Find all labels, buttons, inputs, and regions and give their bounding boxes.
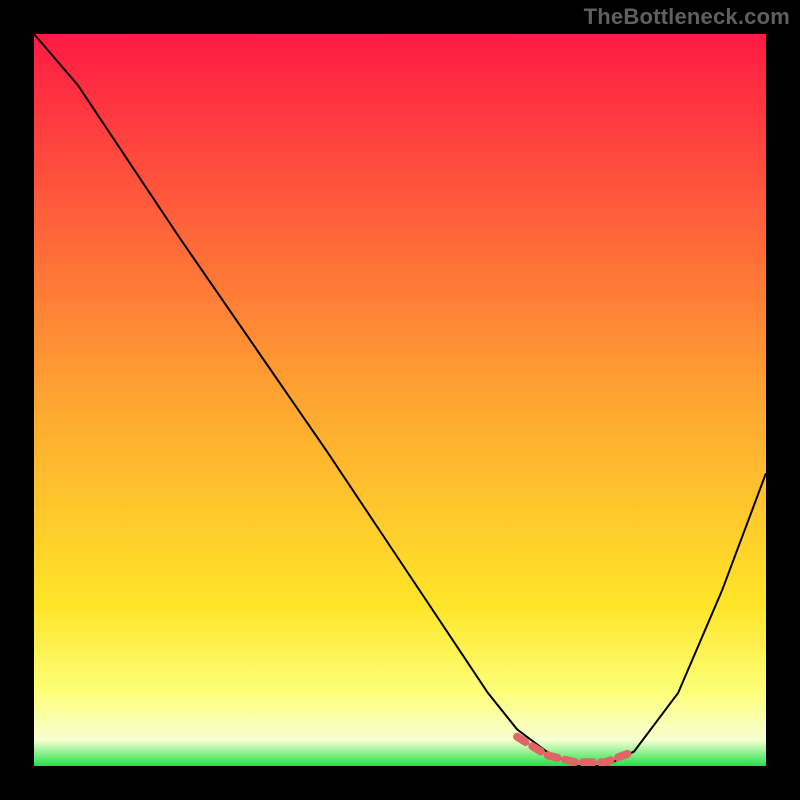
chart-frame: TheBottleneck.com: [0, 0, 800, 800]
chart-background: [34, 34, 766, 766]
chart-svg: [34, 34, 766, 766]
plot-area: [34, 34, 766, 766]
attribution-label: TheBottleneck.com: [584, 4, 790, 30]
